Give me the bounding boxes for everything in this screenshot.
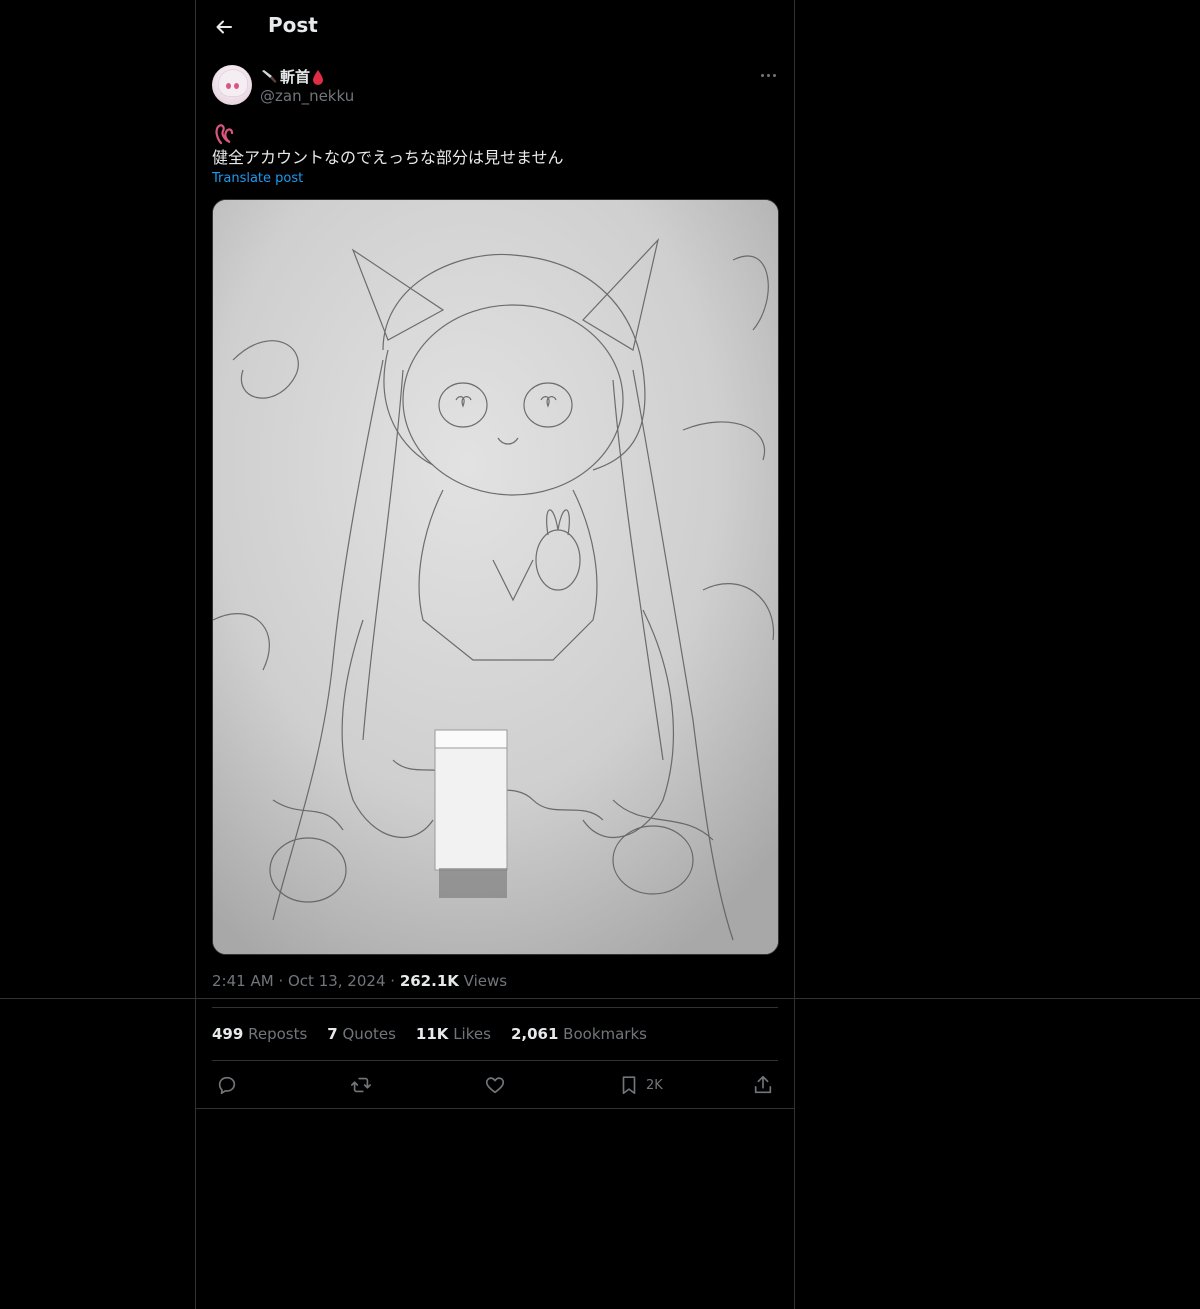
post-date[interactable]: Oct 13, 2024 — [288, 972, 386, 990]
repost-icon — [351, 1077, 371, 1093]
post-time[interactable]: 2:41 AM — [212, 972, 274, 990]
heart-icon — [485, 1077, 505, 1094]
views-count: 262.1K — [399, 972, 459, 990]
stat-bookmarks[interactable]: 2,061 Bookmarks — [511, 1025, 647, 1043]
action-bar: 2K — [212, 1072, 778, 1098]
more-options-button[interactable] — [756, 66, 780, 86]
share-icon — [754, 1075, 772, 1094]
dot — [767, 74, 770, 77]
author-handle[interactable]: @zan_nekku — [260, 87, 354, 105]
divider — [212, 1060, 778, 1061]
stat-quotes[interactable]: 7 Quotes — [327, 1025, 396, 1043]
post-metadata: 2:41 AM · Oct 13, 2024 · 262.1K Views — [212, 972, 507, 990]
author-display-name: 斬首 — [280, 68, 311, 86]
bookmark-button[interactable]: 2K — [618, 1072, 663, 1098]
reply-button[interactable] — [216, 1072, 238, 1098]
bookmark-count: 2K — [646, 1077, 663, 1093]
blood-drop-icon — [313, 69, 324, 85]
author-name[interactable]: 斬首 — [260, 66, 324, 87]
ribbon-emoji-icon — [215, 124, 234, 145]
post-image[interactable] — [212, 199, 779, 955]
knife-icon — [262, 69, 277, 83]
engagement-stats: 499 Reposts 7 Quotes 11K Likes 2,061 Boo… — [212, 1025, 647, 1043]
stat-reposts[interactable]: 499 Reposts — [212, 1025, 307, 1043]
share-button[interactable] — [752, 1072, 774, 1098]
divider — [195, 1108, 795, 1109]
separator-dot: · — [390, 972, 400, 990]
like-button[interactable] — [484, 1072, 506, 1098]
arrow-left-icon — [216, 20, 232, 34]
pencil-sketch-image — [213, 200, 778, 954]
post-text: 健全アカウントなのでえっちな部分は見せません — [212, 148, 564, 167]
dot — [773, 74, 776, 77]
divider — [212, 1007, 778, 1008]
page-header: Post — [195, 0, 795, 54]
repost-button[interactable] — [350, 1072, 372, 1098]
translate-post-link[interactable]: Translate post — [212, 171, 303, 186]
separator-dot: · — [278, 972, 288, 990]
views-label: Views — [463, 972, 508, 990]
stat-likes[interactable]: 11K Likes — [416, 1025, 491, 1043]
dot — [761, 74, 764, 77]
back-button[interactable] — [209, 12, 239, 42]
avatar[interactable] — [212, 65, 252, 105]
divider — [0, 998, 1200, 999]
page-title: Post — [268, 13, 318, 37]
reply-icon — [218, 1076, 236, 1095]
bookmark-icon — [622, 1076, 636, 1095]
eraser-block — [434, 729, 508, 898]
